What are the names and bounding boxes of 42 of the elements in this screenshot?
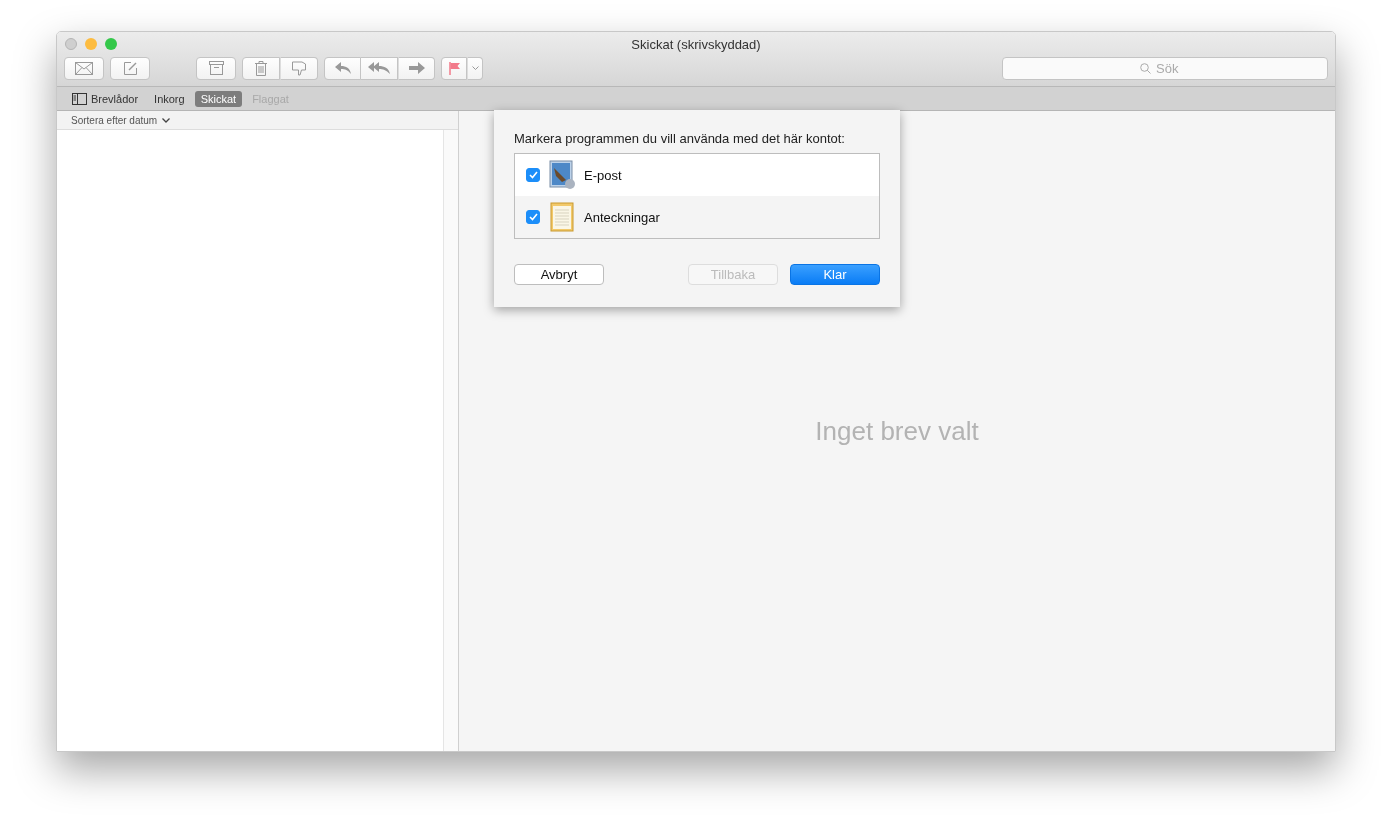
zoom-button[interactable] [105, 38, 117, 50]
junk-button[interactable] [280, 56, 318, 80]
app-label: Anteckningar [584, 209, 660, 225]
thumbs-down-icon [291, 60, 307, 76]
cancel-button[interactable]: Avbryt [514, 264, 604, 285]
mailboxes-tab[interactable]: Brevlådor [70, 90, 145, 107]
trash-button[interactable] [242, 56, 280, 80]
chevron-down-icon [162, 117, 171, 123]
empty-message-text: Inget brev valt [815, 415, 979, 447]
window-title: Skickat (skrivskyddad) [631, 36, 761, 52]
dialog-prompt: Markera programmen du vill använda med det här kontot: [514, 131, 846, 146]
close-button[interactable] [65, 38, 77, 50]
envelope-icon [75, 61, 93, 75]
flag-menu-button[interactable] [467, 56, 483, 80]
compose-button[interactable] [110, 56, 150, 80]
flag-icon [448, 61, 460, 75]
sidebar-icon [72, 92, 87, 105]
checkbox[interactable] [526, 168, 540, 182]
right-arrow-icon [408, 62, 425, 74]
reply-arrow-icon [334, 62, 351, 74]
reply-all-button[interactable] [361, 56, 398, 80]
reply-button[interactable] [324, 56, 361, 80]
search-field[interactable]: Sök [1002, 56, 1328, 80]
chevron-down-icon [471, 65, 479, 71]
get-mail-button[interactable] [64, 56, 104, 80]
forward-button[interactable] [398, 56, 435, 80]
search-icon [1140, 62, 1151, 74]
archive-box-icon [208, 61, 224, 75]
stamp-icon [548, 160, 576, 190]
minimize-button[interactable] [85, 38, 97, 50]
flag-button[interactable] [441, 56, 467, 80]
trash-icon [255, 60, 267, 76]
sort-menu-button[interactable]: Sortera efter datum [71, 114, 171, 126]
reply-all-arrow-icon [368, 62, 390, 74]
notepad-icon [548, 202, 576, 232]
mailbox-tab[interactable]: Skickat [194, 90, 243, 107]
search-input[interactable]: Sök [1156, 60, 1190, 76]
checkbox[interactable] [526, 210, 540, 224]
pencil-square-icon [122, 60, 138, 76]
archive-button[interactable] [196, 56, 236, 80]
app-label: E-post [584, 167, 622, 183]
mailbox-tab[interactable]: Inkorg [148, 90, 191, 107]
